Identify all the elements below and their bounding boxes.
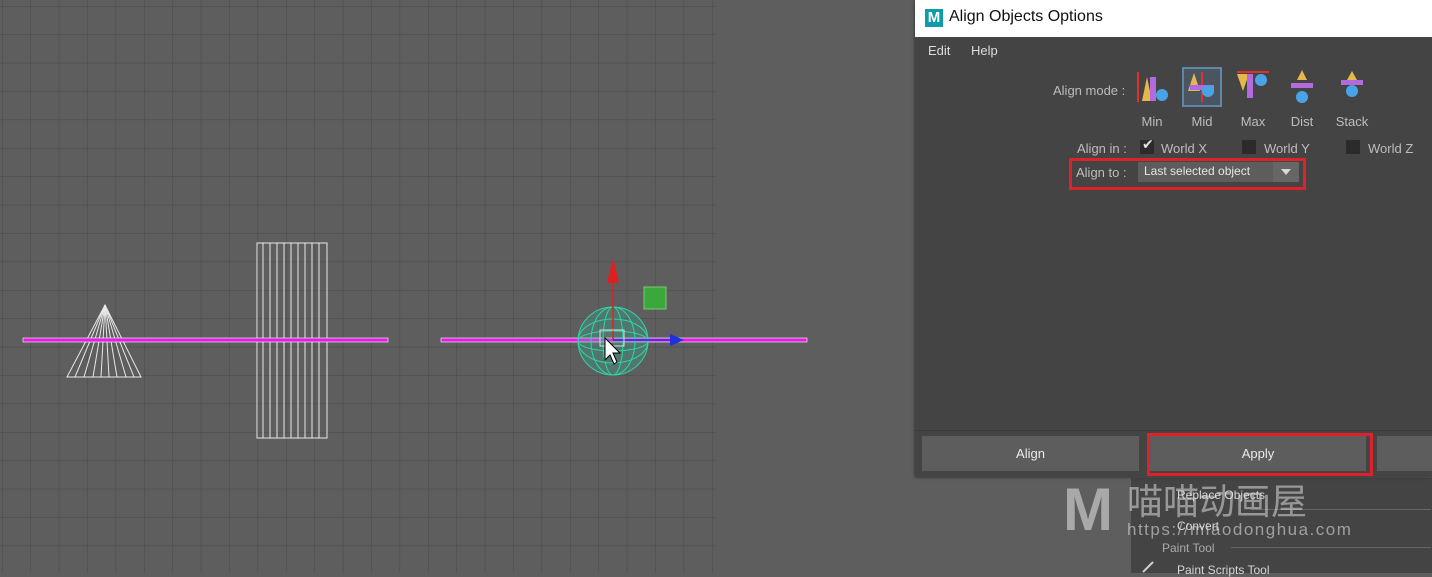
- align-max-icon: [1237, 71, 1269, 98]
- viewport-grid: [0, 0, 716, 573]
- align-stack-icon: [1341, 71, 1363, 97]
- menu-item-paint-scripts-tool[interactable]: Paint Scripts Tool: [1177, 563, 1270, 577]
- world-y-label: World Y: [1264, 141, 1310, 156]
- checkmark-icon: ✔: [1142, 137, 1154, 153]
- watermark-logo: M: [1063, 476, 1113, 543]
- menu-divider: [1231, 547, 1431, 548]
- align-mode-min[interactable]: Min: [1130, 69, 1174, 129]
- align-dist-icon: [1291, 70, 1313, 103]
- world-z-checkbox[interactable]: [1346, 140, 1360, 154]
- menu-bar: Edit Help: [915, 38, 1432, 64]
- align-in-label: Align in :: [1077, 141, 1127, 156]
- world-x-label: World X: [1161, 141, 1207, 156]
- align-mid-icon: [1184, 69, 1220, 105]
- close-button[interactable]: [1377, 436, 1432, 471]
- watermark-chinese: 喵喵动画屋: [1127, 481, 1308, 522]
- align-mode-mid[interactable]: Mid: [1180, 69, 1224, 129]
- brush-icon: [1142, 561, 1154, 573]
- world-z-label: World Z: [1368, 141, 1414, 156]
- selection-line-left: [22, 337, 389, 343]
- align-mode-stack-label: Stack: [1335, 114, 1369, 129]
- world-y-checkbox[interactable]: [1242, 140, 1256, 154]
- window-titlebar[interactable]: M Align Objects Options: [915, 0, 1432, 37]
- align-button[interactable]: Align: [922, 436, 1139, 471]
- maya-logo-icon: M: [925, 9, 943, 27]
- apply-highlight: [1147, 433, 1373, 476]
- align-mode-dist-label: Dist: [1290, 114, 1314, 129]
- world-x-checkbox[interactable]: ✔: [1140, 137, 1154, 154]
- align-mode-dist[interactable]: Dist: [1280, 69, 1324, 129]
- align-min-icon: [1137, 72, 1168, 102]
- align-mode-min-label: Min: [1141, 114, 1163, 129]
- window-title: Align Objects Options: [949, 8, 1103, 25]
- align-mode-max[interactable]: Max: [1231, 69, 1275, 129]
- menu-section-paint-tool: Paint Tool: [1162, 541, 1215, 555]
- align-mode-stack[interactable]: Stack: [1330, 69, 1374, 129]
- button-divider: [915, 430, 1432, 431]
- menu-help[interactable]: Help: [971, 43, 998, 58]
- align-to-highlight: [1069, 158, 1306, 190]
- watermark-url: https://miaodonghua.com: [1127, 520, 1353, 539]
- align-mode-mid-label: Mid: [1191, 114, 1213, 129]
- menu-edit[interactable]: Edit: [928, 43, 950, 58]
- align-mode-max-label: Max: [1240, 114, 1266, 129]
- align-mode-label: Align mode :: [1053, 83, 1126, 98]
- align-objects-options-window[interactable]: M Align Objects Options Edit Help Align …: [915, 0, 1432, 477]
